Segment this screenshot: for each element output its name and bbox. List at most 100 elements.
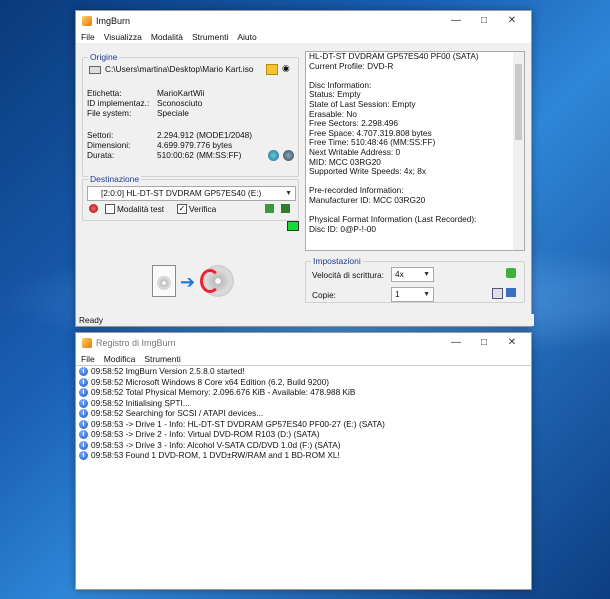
info-icon: i	[79, 419, 88, 429]
size-field: Dimensioni:	[87, 140, 131, 150]
log-entry-text: 09:58:53 Found 1 DVD-ROM, 1 DVD±RW/RAM a…	[91, 450, 340, 460]
source-legend: Origine	[88, 52, 120, 62]
log-menu-file[interactable]: File	[81, 353, 95, 365]
tray-icon-1[interactable]	[265, 204, 274, 213]
log-entry-text: 09:58:53 -> Drive 2 - Info: Virtual DVD-…	[91, 429, 320, 439]
log-menu-edit[interactable]: Modifica	[104, 353, 136, 365]
refresh-icon[interactable]	[268, 150, 279, 161]
help-icon[interactable]	[283, 150, 294, 161]
chevron-down-icon: ▼	[423, 291, 430, 298]
log-entry: i 09:58:53 -> Drive 2 - Info: Virtual DVD…	[76, 429, 531, 440]
log-entry-text: 09:58:52 Searching for SCSI / ATAPI devi…	[91, 408, 264, 418]
duration-field: Durata:	[87, 150, 115, 160]
eject-icon[interactable]	[89, 204, 98, 213]
iso-file-icon	[152, 265, 176, 297]
chevron-down-icon: ▼	[423, 271, 430, 278]
log-close-button[interactable]: ✕	[499, 336, 525, 350]
log-menu-bar: File Modifica Strumenti	[76, 353, 531, 365]
drive-icon	[89, 66, 101, 74]
drive-select[interactable]: [2:0:0] HL-DT-ST DVDRAM GP57ES40 (E:) ▼	[87, 186, 296, 201]
menu-file[interactable]: File	[81, 31, 95, 43]
settings-legend: Impostazioni	[311, 256, 363, 266]
log-minimize-button[interactable]: —	[443, 336, 469, 350]
filesystem-value: Speciale	[157, 108, 189, 118]
info-icon: i	[79, 440, 88, 450]
verify-checkbox[interactable]: ✓	[177, 204, 187, 214]
tray-icon-2[interactable]	[281, 204, 290, 213]
info-icon: i	[79, 451, 88, 460]
log-entry: i 09:58:52 Searching for SCSI / ATAPI dev…	[76, 408, 531, 419]
window-title: ImgBurn	[96, 16, 131, 26]
status-bar: Ready	[76, 314, 534, 326]
label-value: MarioKartWii	[157, 88, 205, 98]
verify-label: Verifica	[189, 204, 217, 214]
log-entry-text: 09:58:53 -> Drive 3 - Info: Alcohol V-SA…	[91, 439, 341, 450]
write-speed-label: Velocità di scrittura:	[312, 270, 384, 280]
write-speed-select[interactable]: 4x ▼	[391, 267, 434, 282]
drive-select-value: [2:0:0] HL-DT-ST DVDRAM GP57ES40 (E:)	[101, 188, 262, 198]
arrow-right-icon: ➔	[180, 272, 196, 292]
imgburn-window: ImgBurn — □ ✕ File Visualizza Modalità Stru…	[75, 10, 534, 327]
log-entry: i 09:58:52 ImgBurn Version 2.5.8.0 starte…	[76, 366, 531, 377]
write-button[interactable]: ➔	[150, 263, 238, 301]
info-scrollbar[interactable]	[513, 52, 524, 250]
info-scrollbar-thumb[interactable]	[515, 64, 522, 140]
imgburn-app-icon	[82, 338, 92, 348]
close-button[interactable]: ✕	[499, 14, 525, 28]
log-entry: i 09:58:52 Microsoft Windows 8 Core x64 E…	[76, 377, 531, 388]
info-icon: i	[79, 367, 88, 376]
log-entry: i 09:58:53 -> Drive 3 - Info: Alcohol V-S…	[76, 440, 531, 451]
menu-mode[interactable]: Modalità	[151, 31, 183, 43]
filesystem-field: File system:	[87, 108, 132, 118]
queue-icon[interactable]	[492, 288, 503, 299]
menu-bar: File Visualizza Modalità Strumenti Aiuto	[76, 31, 531, 43]
log-list[interactable]: i 09:58:52 ImgBurn Version 2.5.8.0 starte…	[76, 365, 531, 589]
log-entry: i 09:58:53 Found 1 DVD-ROM, 1 DVD±RW/RAM …	[76, 450, 531, 461]
sectors-field: Settori:	[87, 130, 114, 140]
write-speed-value: 4x	[395, 269, 404, 279]
device-info-panel[interactable]: HL-DT-ST DVDRAM GP57ES40 PF00 (SATA) Curr…	[305, 51, 525, 251]
puzzle-icon[interactable]	[506, 268, 516, 278]
copies-select[interactable]: 1 ▼	[391, 287, 434, 302]
source-path: C:\Users\martina\Desktop\Mario Kart.iso	[105, 64, 254, 74]
log-book-icon[interactable]	[506, 288, 516, 297]
maximize-button[interactable]: □	[471, 14, 497, 28]
log-entry: i 09:58:52 Initialising SPTI...	[76, 398, 531, 409]
log-entry-text: 09:58:52 Initialising SPTI...	[91, 397, 190, 408]
info-line: Current Profile: DVD-R	[309, 60, 394, 71]
test-mode-label: Modalità test	[117, 204, 165, 214]
log-entry-text: 09:58:52 ImgBurn Version 2.5.8.0 started…	[91, 366, 245, 376]
source-group: Origine C:\Users\martina\Desktop\Mario K…	[82, 52, 299, 177]
log-entry-text: 09:58:52 Total Physical Memory: 2.096.67…	[91, 387, 356, 397]
menu-tools[interactable]: Strumenti	[192, 31, 228, 43]
imgburn-app-icon	[82, 16, 92, 26]
log-window: Registro di ImgBurn — □ ✕ File Modifica St…	[75, 332, 532, 590]
size-value: 4.699.979.776 bytes	[157, 140, 233, 150]
minimize-button[interactable]: —	[443, 14, 469, 28]
disc-burn-icon	[200, 265, 234, 297]
info-icon: i	[79, 409, 88, 418]
info-icon: i	[79, 388, 88, 397]
impl-id-field: ID implementaz.:	[87, 98, 150, 108]
label-field: Etichetta:	[87, 88, 122, 98]
menu-help[interactable]: Aiuto	[237, 31, 256, 43]
menu-view[interactable]: Visualizza	[104, 31, 142, 43]
calculate-icon[interactable]: ◉	[282, 64, 292, 73]
chevron-down-icon: ▼	[285, 190, 292, 197]
log-window-title: Registro di ImgBurn	[96, 338, 176, 348]
log-maximize-button[interactable]: □	[471, 336, 497, 350]
test-mode-checkbox[interactable]	[105, 204, 115, 214]
sectors-value: 2.294.912 (MODE1/2048)	[157, 130, 253, 140]
copies-label: Copie:	[312, 290, 336, 300]
settings-group: Impostazioni Velocità di scrittura: 4x ▼…	[305, 256, 525, 303]
impl-id-value: Sconosciuto	[157, 98, 203, 108]
info-icon: i	[79, 377, 88, 387]
info-line: Disc ID: 0@P-!-00	[309, 223, 376, 234]
monitor-icon[interactable]	[287, 221, 299, 231]
log-title-bar: Registro di ImgBurn — □ ✕	[76, 333, 531, 353]
info-line: Supported Write Speeds: 4x; 8x	[309, 166, 426, 177]
info-icon: i	[79, 398, 88, 408]
browse-folder-icon[interactable]	[266, 64, 278, 75]
log-entry: i 09:58:53 -> Drive 1 - Info: HL-DT-ST DV…	[76, 419, 531, 430]
log-menu-tools[interactable]: Strumenti	[144, 353, 180, 365]
